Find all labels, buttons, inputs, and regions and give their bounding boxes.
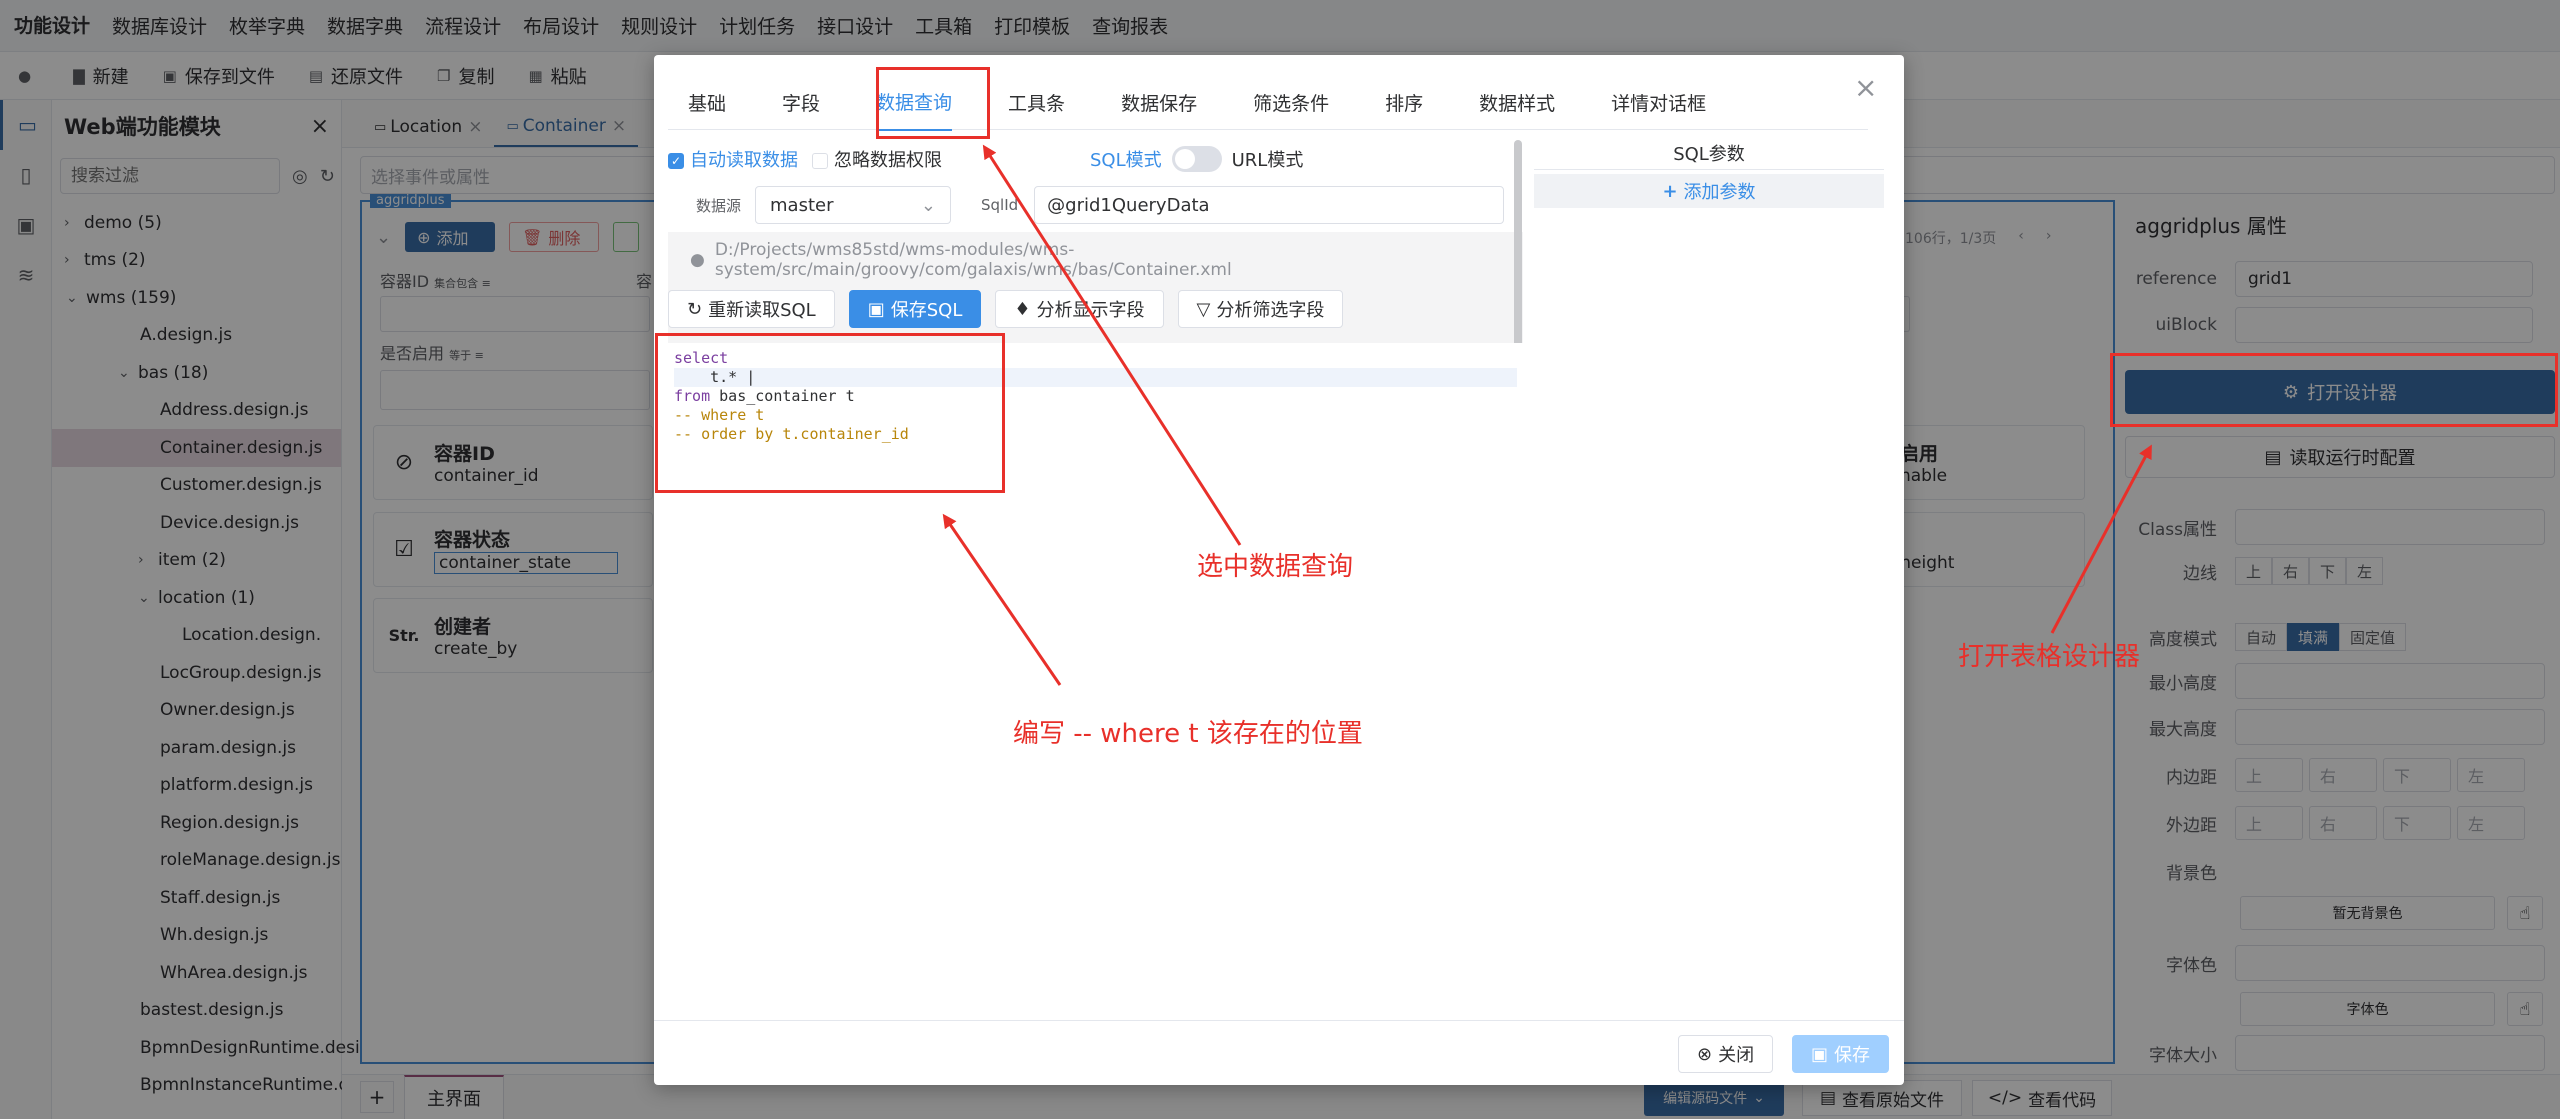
arrow-to-sql [942, 513, 1062, 686]
arrow-to-query-tab [982, 144, 1242, 546]
annotation-select-query: 选中数据查询 [1197, 552, 1354, 582]
annotation-write-where: 编写 -- where t 该存在的位置 [1013, 719, 1363, 749]
annotation-open-designer: 打开表格设计器 [1958, 642, 2141, 672]
arrow-to-designer [2050, 444, 2152, 634]
